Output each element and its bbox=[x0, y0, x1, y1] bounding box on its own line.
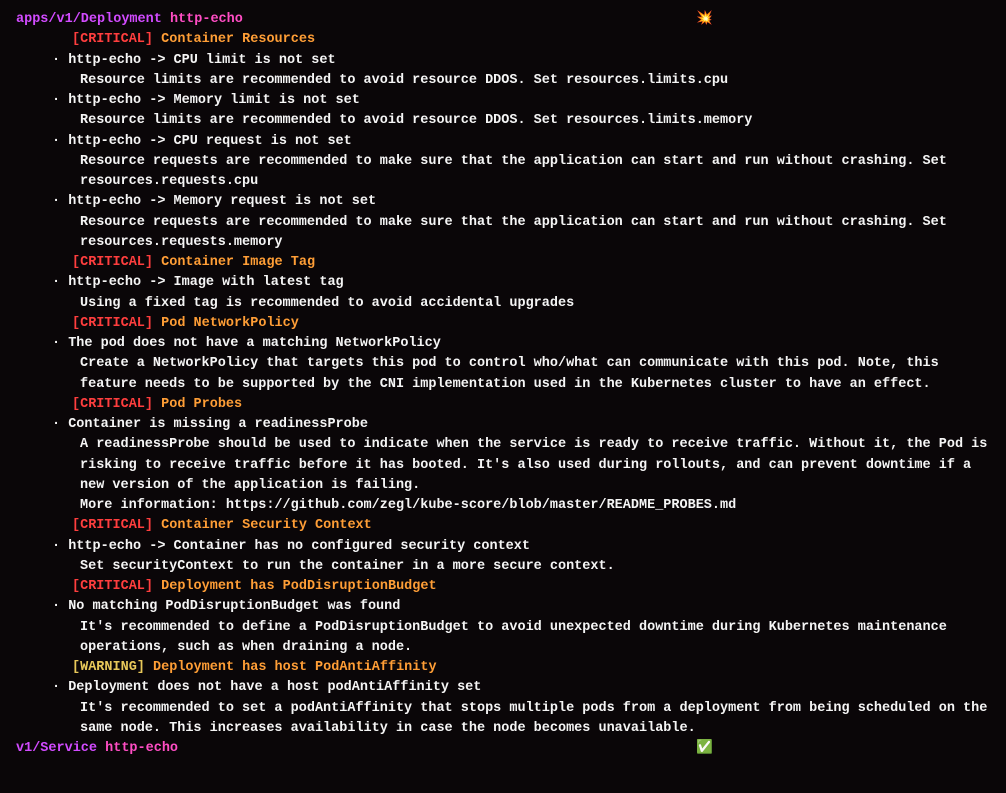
check-item: · Container is missing a readinessProbe bbox=[16, 415, 990, 435]
check-item-summary: Deployment does not have a host podAntiA… bbox=[68, 680, 481, 695]
severity-label: [CRITICAL] bbox=[72, 32, 153, 47]
check-item-summary: The pod does not have a matching Network… bbox=[68, 336, 441, 351]
bullet-icon: · bbox=[52, 53, 68, 68]
check-item: · http-echo -> Image with latest tag bbox=[16, 273, 990, 293]
check-item-desc: Resource requests are recommended to mak… bbox=[16, 213, 990, 254]
bullet-icon: · bbox=[52, 275, 68, 290]
check-item-summary: http-echo -> Image with latest tag bbox=[68, 275, 343, 290]
severity-label: [CRITICAL] bbox=[72, 316, 153, 331]
check-item-desc: Using a fixed tag is recommended to avoi… bbox=[16, 294, 990, 314]
resource-name: http-echo bbox=[170, 12, 243, 27]
check-title: Container Security Context bbox=[161, 518, 372, 533]
check-item: · Deployment does not have a host podAnt… bbox=[16, 678, 990, 698]
check-header: [CRITICAL] Container Resources bbox=[16, 30, 990, 50]
check-item-summary: http-echo -> CPU limit is not set bbox=[68, 53, 335, 68]
check-item-desc: Resource limits are recommended to avoid… bbox=[16, 71, 990, 91]
bullet-icon: · bbox=[52, 194, 68, 209]
bullet-icon: · bbox=[52, 417, 68, 432]
bullet-icon: · bbox=[52, 680, 68, 695]
check-header: [CRITICAL] Deployment has PodDisruptionB… bbox=[16, 577, 990, 597]
check-item-desc: Resource requests are recommended to mak… bbox=[16, 152, 990, 193]
severity-label: [CRITICAL] bbox=[72, 518, 153, 533]
check-header: [CRITICAL] Pod NetworkPolicy bbox=[16, 314, 990, 334]
bullet-icon: · bbox=[52, 93, 68, 108]
check-item: · No matching PodDisruptionBudget was fo… bbox=[16, 597, 990, 617]
check-item-summary: http-echo -> Memory request is not set bbox=[68, 194, 376, 209]
check-header: [CRITICAL] Container Security Context bbox=[16, 516, 990, 536]
check-item-desc: Create a NetworkPolicy that targets this… bbox=[16, 354, 990, 395]
check-item-desc: Resource limits are recommended to avoid… bbox=[16, 111, 990, 131]
check-title: Container Resources bbox=[161, 32, 315, 47]
status-fail-icon: 💥 bbox=[696, 10, 713, 30]
bullet-icon: · bbox=[52, 599, 68, 614]
check-title: Pod NetworkPolicy bbox=[161, 316, 299, 331]
check-item-summary: No matching PodDisruptionBudget was foun… bbox=[68, 599, 400, 614]
resource-name: http-echo bbox=[105, 741, 178, 756]
check-title: Deployment has PodDisruptionBudget bbox=[161, 579, 436, 594]
check-item-desc: It's recommended to set a podAntiAffinit… bbox=[16, 699, 990, 740]
resource-header: apps/v1/Deployment http-echo 💥 bbox=[16, 10, 990, 30]
check-header: [WARNING] Deployment has host PodAntiAff… bbox=[16, 658, 990, 678]
bullet-icon: · bbox=[52, 336, 68, 351]
check-item: · http-echo -> Container has no configur… bbox=[16, 537, 990, 557]
check-item-summary: Container is missing a readinessProbe bbox=[68, 417, 368, 432]
resource-api: v1/Service bbox=[16, 741, 97, 756]
check-item-desc: A readinessProbe should be used to indic… bbox=[16, 435, 990, 516]
status-ok-icon: ✅ bbox=[696, 739, 713, 759]
check-title: Container Image Tag bbox=[161, 255, 315, 270]
check-item-summary: http-echo -> CPU request is not set bbox=[68, 134, 352, 149]
severity-label: [CRITICAL] bbox=[72, 255, 153, 270]
check-item: · http-echo -> Memory request is not set bbox=[16, 192, 990, 212]
bullet-icon: · bbox=[52, 134, 68, 149]
check-item: · The pod does not have a matching Netwo… bbox=[16, 334, 990, 354]
check-item: · http-echo -> CPU request is not set bbox=[16, 132, 990, 152]
bullet-icon: · bbox=[52, 539, 68, 554]
check-item: · http-echo -> Memory limit is not set bbox=[16, 91, 990, 111]
check-header: [CRITICAL] Pod Probes bbox=[16, 395, 990, 415]
check-title: Pod Probes bbox=[161, 397, 242, 412]
terminal-output: apps/v1/Deployment http-echo💥[CRITICAL] … bbox=[0, 0, 1006, 773]
resource-header: v1/Service http-echo ✅ bbox=[16, 739, 990, 759]
check-item-summary: http-echo -> Memory limit is not set bbox=[68, 93, 360, 108]
check-item-desc: It's recommended to define a PodDisrupti… bbox=[16, 618, 990, 659]
check-title: Deployment has host PodAntiAffinity bbox=[153, 660, 437, 675]
severity-label: [CRITICAL] bbox=[72, 397, 153, 412]
resource-api: apps/v1/Deployment bbox=[16, 12, 162, 27]
severity-label: [WARNING] bbox=[72, 660, 145, 675]
check-item-summary: http-echo -> Container has no configured… bbox=[68, 539, 530, 554]
check-item-desc: Set securityContext to run the container… bbox=[16, 557, 990, 577]
check-item: · http-echo -> CPU limit is not set bbox=[16, 51, 990, 71]
check-header: [CRITICAL] Container Image Tag bbox=[16, 253, 990, 273]
severity-label: [CRITICAL] bbox=[72, 579, 153, 594]
